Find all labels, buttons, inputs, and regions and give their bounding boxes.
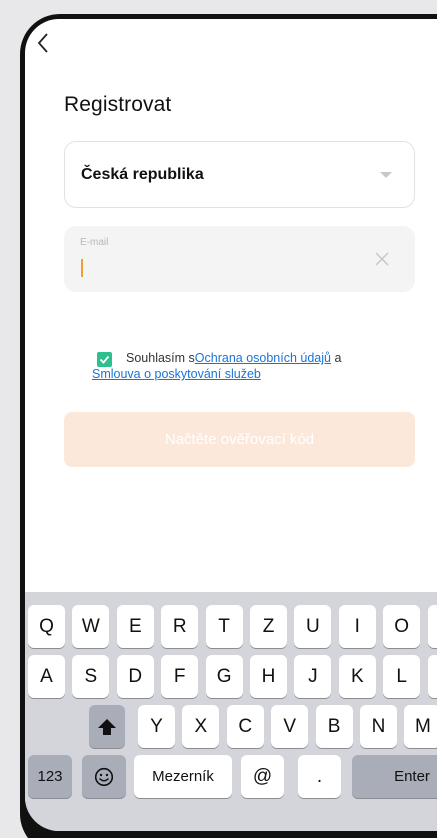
back-button[interactable] [35,31,57,55]
key-row2-8[interactable]: L [383,655,421,698]
agreement-terms-line: Smlouva o poskytování služeb [92,367,261,381]
key-row3-4[interactable]: B [315,705,353,748]
clear-icon[interactable] [375,252,389,266]
key-row3-3[interactable]: V [271,705,309,748]
key-row1-2[interactable]: E [116,605,154,648]
key-row3-2[interactable]: C [226,705,264,748]
get-code-button[interactable]: Načtěte ověřovací kód [64,412,415,467]
chevron-left-icon [37,33,48,53]
key-row2-1[interactable]: S [72,655,110,698]
agreement-text: Souhlasím sOchrana osobních údajů a [126,351,341,365]
agreement-conjunction: a [331,351,342,365]
shift-key[interactable] [89,705,125,748]
screen: Registrovat Česká republika E-mail Souhl… [25,19,437,831]
caret-down-icon [380,172,392,178]
key-row1-6[interactable]: U [294,605,332,648]
key-row1-7[interactable]: I [338,605,376,648]
key-row2-5[interactable]: H [250,655,287,698]
key-row1-8[interactable]: O [383,605,421,648]
key-row1-0[interactable]: Q [28,605,65,648]
agreement-checkbox[interactable] [97,352,112,367]
key-row2-9[interactable]: ´ [427,655,437,698]
key-row1-5[interactable]: Z [250,605,287,648]
enter-key[interactable]: Enter [352,755,437,798]
key-row3-6[interactable]: M [404,705,437,748]
space-key[interactable]: Mezerník [134,755,232,798]
key-row2-3[interactable]: F [161,655,199,698]
key-row3-5[interactable]: N [360,705,397,748]
key-row1-3[interactable]: R [161,605,199,648]
text-cursor [81,259,83,277]
app-stage: Registrovat Česká republika E-mail Souhl… [0,0,437,838]
key-row1-4[interactable]: T [205,605,243,648]
key-row2-0[interactable]: A [28,655,65,698]
checkmark-icon [99,355,110,364]
emoji-key[interactable] [82,755,126,798]
privacy-link[interactable]: Ochrana osobních údajů [195,351,331,365]
country-value: Česká republika [81,166,204,183]
key-row2-2[interactable]: D [116,655,154,698]
terms-link[interactable]: Smlouva o poskytování služeb [92,367,261,381]
country-select[interactable]: Česká republika [64,141,415,208]
key-row2-7[interactable]: K [338,655,376,698]
emoji-icon [94,767,114,787]
dot-key[interactable]: . [298,755,341,798]
key-row2-6[interactable]: J [294,655,332,698]
key-row2-4[interactable]: G [205,655,243,698]
page-title: Registrovat [64,93,172,116]
key-row1-1[interactable]: W [72,605,110,648]
onscreen-keyboard: 123 Mezerník @ . Enter QWERTZUIOP ASDFGHJ… [25,592,437,831]
key-row3-0[interactable]: Y [138,705,175,748]
agreement-prefix: Souhlasím s [126,351,195,365]
key-row1-9[interactable]: P [427,605,437,648]
shift-icon [98,719,116,735]
key-row3-1[interactable]: X [182,705,220,748]
numbers-key[interactable]: 123 [28,755,72,798]
at-key[interactable]: @ [241,755,284,798]
email-field[interactable]: E-mail [64,226,415,292]
email-placeholder: E-mail [80,237,109,248]
